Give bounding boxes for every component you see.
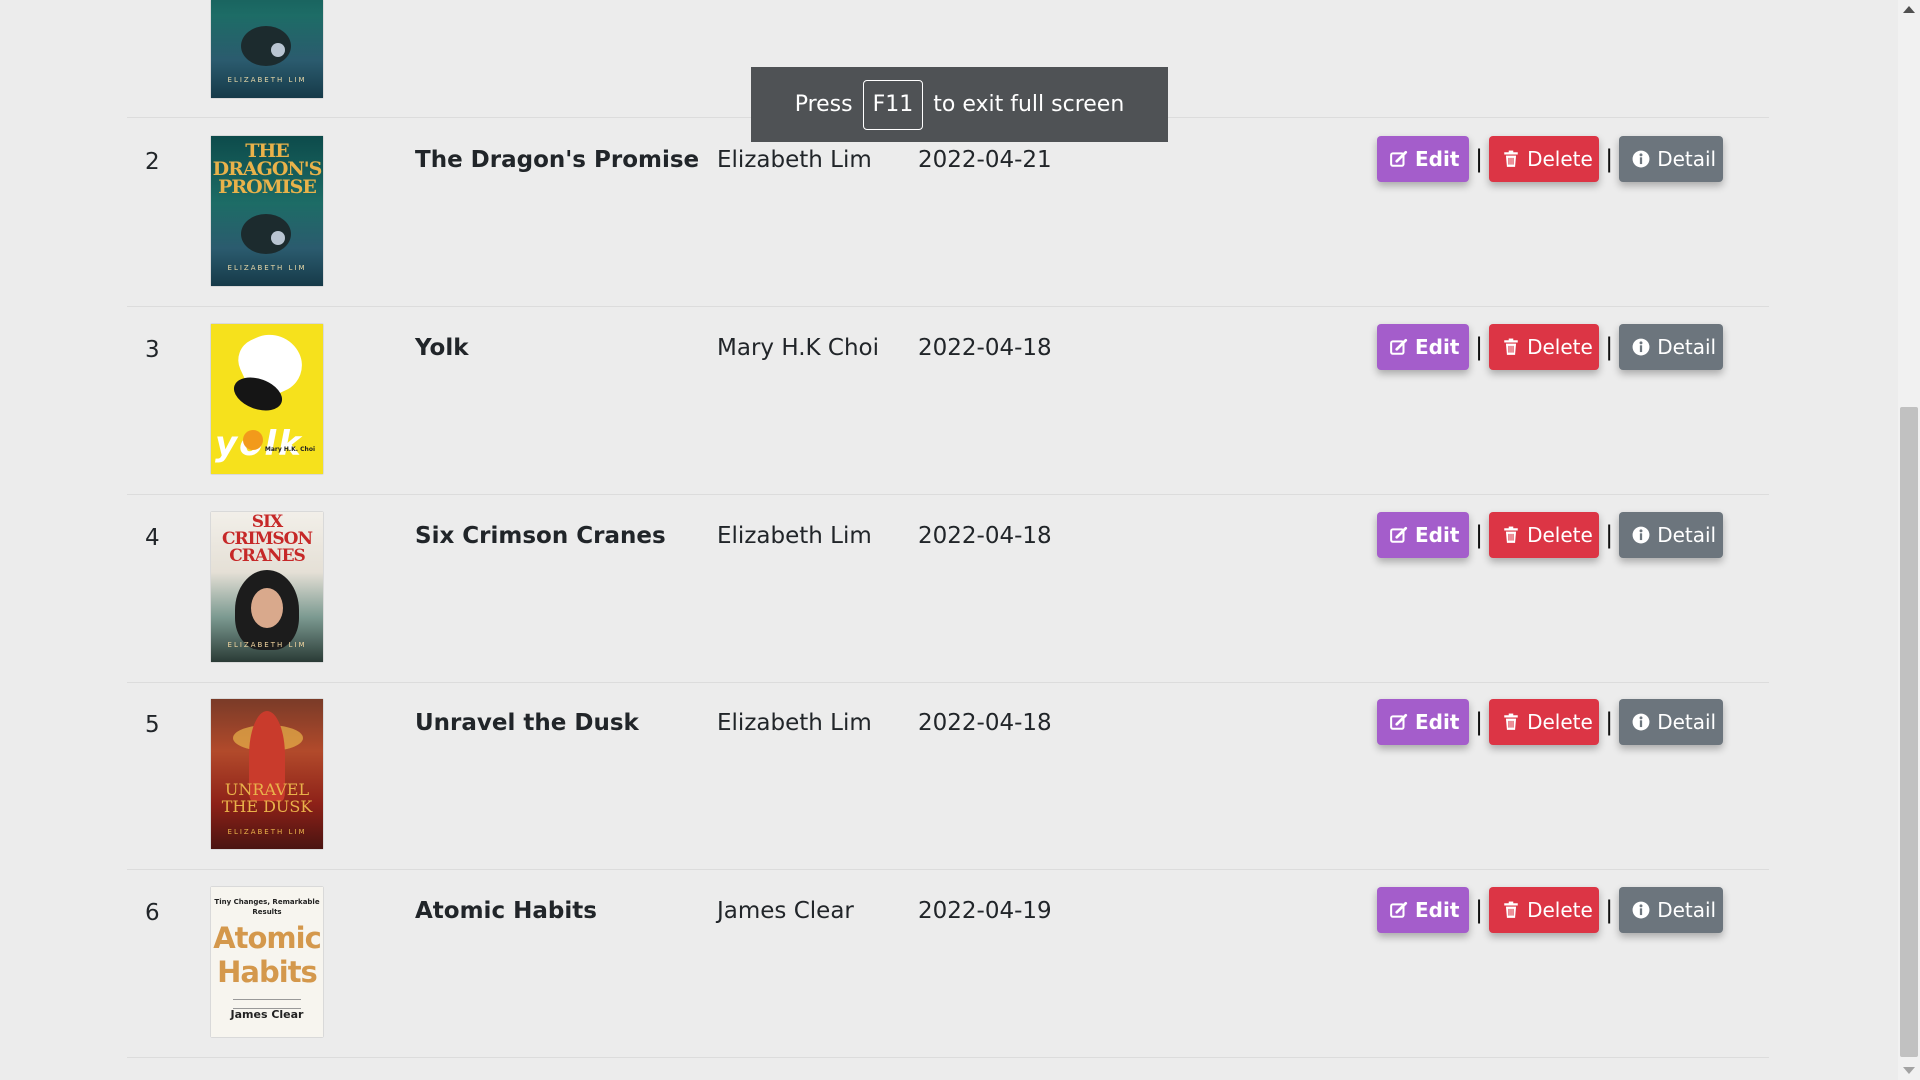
separator: | [1605, 896, 1614, 924]
f11-key-badge: F11 [862, 79, 924, 130]
edit-icon [1390, 150, 1408, 168]
book-cover-image: UNRAVEL THE DUSK ELIZABETH LIM [211, 699, 323, 849]
edit-button[interactable]: Edit [1377, 136, 1469, 182]
book-title: Yolk [415, 335, 469, 361]
separator: | [1475, 333, 1484, 361]
separator: | [1605, 708, 1614, 736]
row-number: 3 [145, 337, 160, 363]
detail-label: Detail [1657, 710, 1717, 734]
table-row: 4 SIX CRIMSON CRANES ELIZABETH LIM Six C… [127, 494, 1769, 683]
row-actions: Edit | Delete | Detail [1377, 136, 1724, 182]
book-cover-image: yolk Mary H.K. Choi [211, 324, 323, 474]
trash-icon [1502, 526, 1520, 544]
separator: | [1475, 708, 1484, 736]
row-actions: Edit | Delete | Detail [1377, 512, 1724, 558]
delete-button[interactable]: Delete [1489, 136, 1600, 182]
book-author: Elizabeth Lim [717, 147, 872, 173]
delete-label: Delete [1527, 147, 1593, 171]
fullscreen-exit-toast: Press F11 to exit full screen [751, 67, 1168, 142]
separator: | [1475, 521, 1484, 549]
book-title: The Dragon's Promise [415, 147, 700, 173]
detail-label: Detail [1657, 523, 1717, 547]
scroll-down-arrow-icon[interactable] [1903, 1067, 1915, 1074]
table-row: 3 yolk Mary H.K. Choi Yolk Mary H.K Choi… [127, 306, 1769, 495]
info-icon [1632, 713, 1650, 731]
delete-label: Delete [1527, 523, 1593, 547]
book-author: James Clear [717, 898, 854, 924]
edit-icon [1390, 901, 1408, 919]
book-date: 2022-04-18 [918, 523, 1052, 549]
detail-label: Detail [1657, 147, 1717, 171]
book-title: Atomic Habits [415, 898, 597, 924]
row-number: 2 [145, 149, 160, 175]
edit-label: Edit [1415, 335, 1460, 359]
book-date: 2022-04-19 [918, 898, 1052, 924]
detail-button[interactable]: Detail [1619, 324, 1724, 370]
detail-button[interactable]: Detail [1619, 887, 1724, 933]
book-author: Elizabeth Lim [717, 710, 872, 736]
separator: | [1475, 145, 1484, 173]
edit-label: Edit [1415, 710, 1460, 734]
book-cover-image: ELIZABETH LIM [211, 0, 323, 98]
separator: | [1475, 896, 1484, 924]
book-date: 2022-04-18 [918, 335, 1052, 361]
separator: | [1605, 333, 1614, 361]
trash-icon [1502, 338, 1520, 356]
row-actions: Edit | Delete | Detail [1377, 699, 1724, 745]
delete-label: Delete [1527, 335, 1593, 359]
trash-icon [1502, 713, 1520, 731]
edit-button[interactable]: Edit [1377, 512, 1469, 558]
edit-button[interactable]: Edit [1377, 324, 1469, 370]
edit-button[interactable]: Edit [1377, 887, 1469, 933]
table-row: 5 UNRAVEL THE DUSK ELIZABETH LIM Unravel… [127, 681, 1769, 870]
toast-text-before: Press [794, 92, 853, 117]
scrollbar-thumb[interactable] [1900, 407, 1918, 1057]
edit-label: Edit [1415, 147, 1460, 171]
delete-label: Delete [1527, 898, 1593, 922]
edit-icon [1390, 713, 1408, 731]
table-row: 2 THE DRAGON'S PROMISE ELIZABETH LIM The… [127, 118, 1769, 307]
table-row: 6 Tiny Changes, Remarkable Results Atomi… [127, 869, 1769, 1058]
edit-button[interactable]: Edit [1377, 699, 1469, 745]
row-actions: Edit | Delete | Detail [1377, 324, 1724, 370]
delete-button[interactable]: Delete [1489, 887, 1600, 933]
delete-button[interactable]: Delete [1489, 512, 1600, 558]
book-date: 2022-04-21 [918, 147, 1052, 173]
info-icon [1632, 150, 1650, 168]
detail-button[interactable]: Detail [1619, 512, 1724, 558]
edit-label: Edit [1415, 898, 1460, 922]
book-cover-image: SIX CRIMSON CRANES ELIZABETH LIM [211, 512, 323, 662]
book-author: Elizabeth Lim [717, 523, 872, 549]
scroll-up-arrow-icon[interactable] [1903, 6, 1915, 13]
info-icon [1632, 901, 1650, 919]
info-icon [1632, 338, 1650, 356]
row-number: 5 [145, 712, 160, 738]
row-number: 4 [145, 525, 160, 551]
trash-icon [1502, 150, 1520, 168]
detail-label: Detail [1657, 335, 1717, 359]
edit-icon [1390, 526, 1408, 544]
delete-button[interactable]: Delete [1489, 324, 1600, 370]
trash-icon [1502, 901, 1520, 919]
vertical-scrollbar[interactable] [1898, 0, 1920, 1080]
row-actions: Edit | Delete | Detail [1377, 887, 1724, 933]
book-title: Unravel the Dusk [415, 710, 639, 736]
edit-icon [1390, 338, 1408, 356]
book-date: 2022-04-18 [918, 710, 1052, 736]
delete-button[interactable]: Delete [1489, 699, 1600, 745]
delete-label: Delete [1527, 710, 1593, 734]
separator: | [1605, 521, 1614, 549]
detail-button[interactable]: Detail [1619, 699, 1724, 745]
book-title: Six Crimson Cranes [415, 523, 666, 549]
row-number: 6 [145, 900, 160, 926]
book-author: Mary H.K Choi [717, 335, 880, 361]
book-cover-image: THE DRAGON'S PROMISE ELIZABETH LIM [211, 136, 323, 286]
detail-label: Detail [1657, 898, 1717, 922]
info-icon [1632, 526, 1650, 544]
book-cover-image: Tiny Changes, Remarkable Results Atomic … [211, 887, 323, 1037]
separator: | [1605, 145, 1614, 173]
edit-label: Edit [1415, 523, 1460, 547]
toast-text-after: to exit full screen [933, 92, 1125, 117]
detail-button[interactable]: Detail [1619, 136, 1724, 182]
